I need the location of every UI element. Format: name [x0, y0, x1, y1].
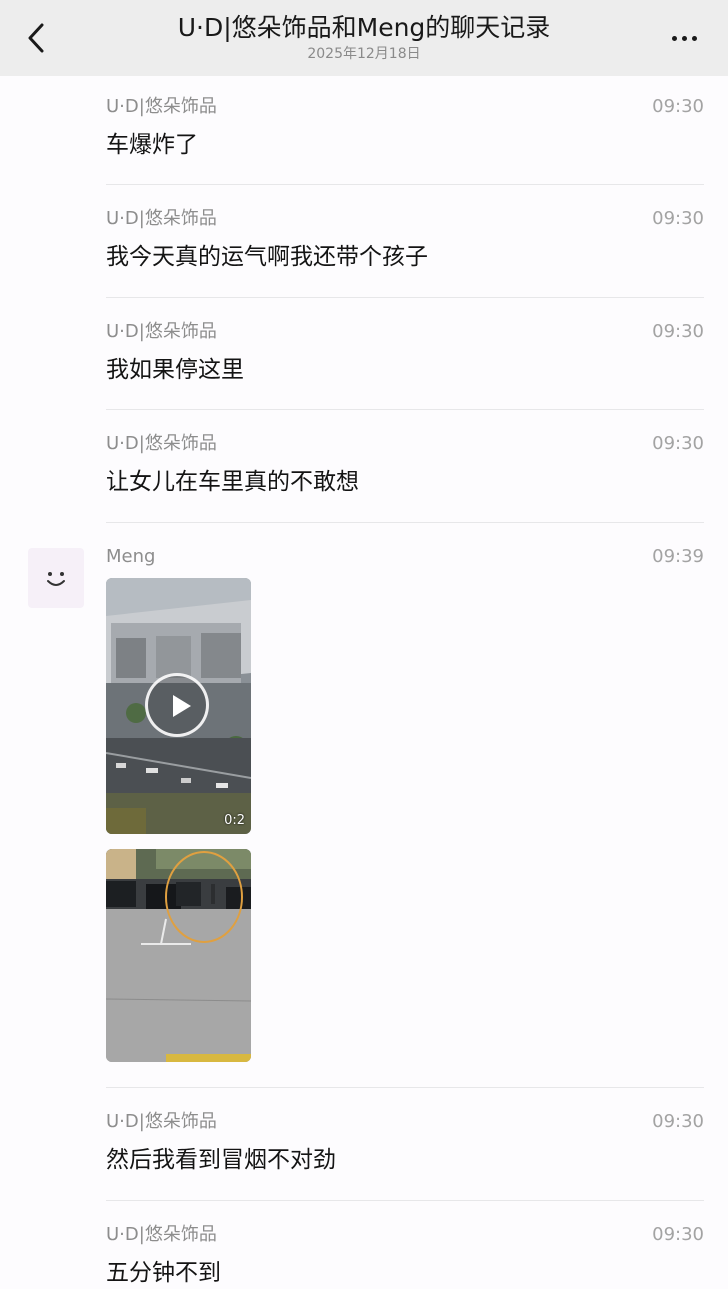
- message-item[interactable]: U·D|悠朵饰品 09:30 车爆炸了: [106, 95, 704, 165]
- message-time: 09:30: [652, 208, 704, 229]
- message-item[interactable]: U·D|悠朵饰品 09:30 我今天真的运气啊我还带个孩子: [106, 207, 704, 277]
- message-item[interactable]: U·D|悠朵饰品 09:30 五分钟不到: [106, 1223, 704, 1286]
- divider: [106, 1200, 704, 1201]
- video-duration: 0:2: [224, 813, 245, 828]
- divider: [106, 522, 704, 523]
- message-sender: U·D|悠朵饰品: [106, 1111, 217, 1132]
- message-time: 09:30: [652, 1111, 704, 1132]
- message-time: 09:30: [652, 321, 704, 342]
- more-dot: [691, 35, 697, 41]
- message-time: 09:39: [652, 546, 704, 567]
- avatar[interactable]: [28, 548, 84, 608]
- message-item[interactable]: U·D|悠朵饰品 09:30 让女儿在车里真的不敢想: [106, 432, 704, 502]
- smiley-face-icon: [47, 572, 65, 586]
- message-header-meng: Meng 09:39: [106, 545, 704, 575]
- message-sender: Meng: [106, 546, 156, 567]
- divider: [106, 409, 704, 410]
- message-sender: U·D|悠朵饰品: [106, 1224, 217, 1245]
- more-dot: [681, 35, 687, 41]
- page-title: U·D|悠朵饰品和Meng的聊天记录: [177, 13, 551, 42]
- video-thumbnail[interactable]: 0:2: [106, 578, 251, 834]
- message-text: 五分钟不到: [106, 1260, 221, 1286]
- message-sender: U·D|悠朵饰品: [106, 96, 217, 117]
- more-dots-icon: [671, 35, 677, 41]
- more-button[interactable]: [664, 24, 704, 52]
- message-time: 09:30: [652, 1224, 704, 1245]
- back-button[interactable]: [20, 18, 52, 58]
- parking-lot-photo: [106, 849, 251, 1062]
- message-item[interactable]: U·D|悠朵饰品 09:30 然后我看到冒烟不对劲: [106, 1110, 704, 1180]
- divider: [106, 297, 704, 298]
- divider: [106, 184, 704, 185]
- message-text: 然后我看到冒烟不对劲: [106, 1147, 336, 1173]
- message-item[interactable]: U·D|悠朵饰品 09:30 我如果停这里: [106, 320, 704, 390]
- play-icon[interactable]: [145, 673, 209, 737]
- message-text: 我今天真的运气啊我还带个孩子: [106, 244, 428, 270]
- chevron-left-icon: [28, 23, 44, 53]
- message-sender: U·D|悠朵饰品: [106, 321, 217, 342]
- message-time: 09:30: [652, 96, 704, 117]
- message-time: 09:30: [652, 433, 704, 454]
- message-text: 车爆炸了: [106, 132, 198, 158]
- message-text: 我如果停这里: [106, 357, 244, 383]
- message-sender: U·D|悠朵饰品: [106, 208, 217, 229]
- message-text: 让女儿在车里真的不敢想: [106, 469, 359, 495]
- chat-date: 2025年12月18日: [307, 46, 421, 62]
- message-sender: U·D|悠朵饰品: [106, 433, 217, 454]
- image-thumbnail[interactable]: [106, 849, 251, 1062]
- divider: [106, 1087, 704, 1088]
- chat-history-header: U·D|悠朵饰品和Meng的聊天记录 2025年12月18日: [0, 0, 728, 76]
